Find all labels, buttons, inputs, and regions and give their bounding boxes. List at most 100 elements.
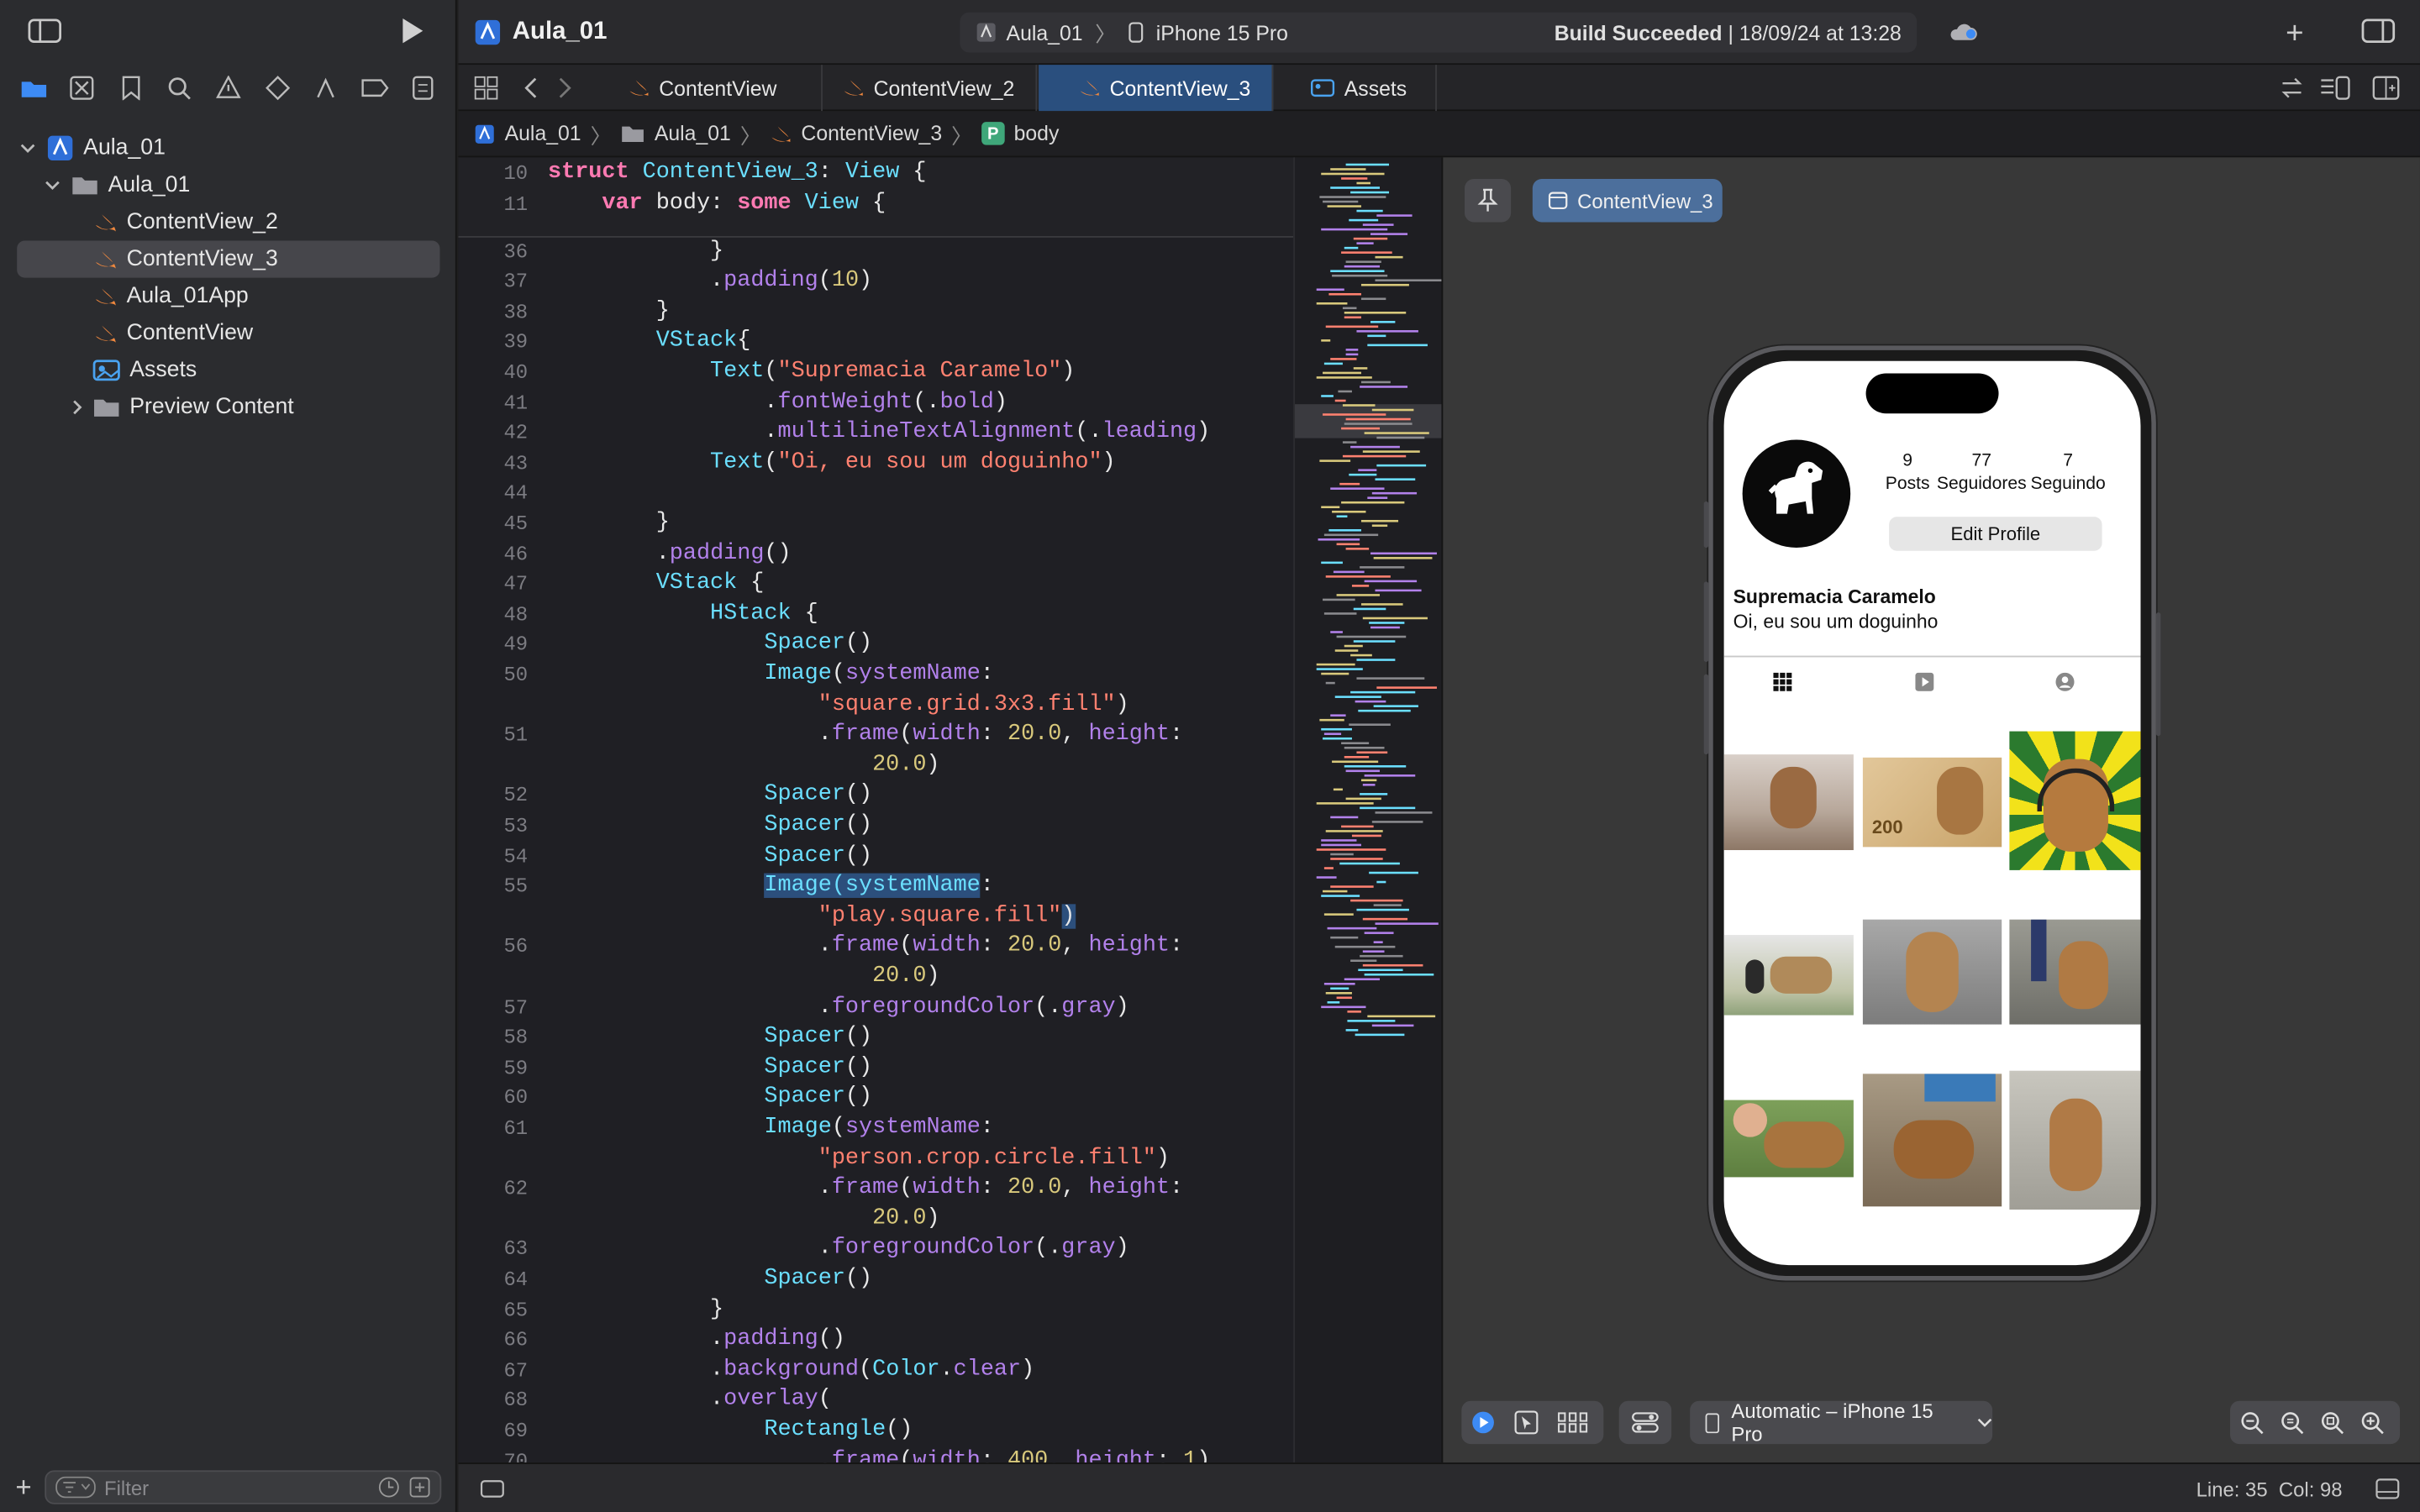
add-icon[interactable]: + [15,1471,31,1504]
code-line[interactable]: Spacer() [548,842,872,871]
code-line[interactable]: Image(systemName: [548,660,993,690]
pin-button[interactable] [1465,179,1512,223]
code-line[interactable]: .fontWeight(.bold) [548,388,1007,417]
chevron-down-icon[interactable] [43,176,61,194]
person-circle-icon[interactable] [2055,672,2075,691]
breadcrumb-item[interactable]: ContentView_3 [801,122,942,145]
toggle-sidebar-icon[interactable] [28,18,62,43]
code-line[interactable]: Spacer() [548,1265,872,1294]
code-line[interactable]: } [548,297,670,327]
code-line[interactable]: VStack { [548,570,765,599]
code-line[interactable]: .background(Color.clear) [548,1356,1034,1385]
back-icon[interactable] [523,76,539,100]
edit-profile-button[interactable]: Edit Profile [1889,517,2102,551]
debug-area-icon[interactable] [480,1479,504,1498]
tree-item-file[interactable]: ContentView [0,315,457,352]
refresh-icon[interactable] [2280,76,2304,100]
code-line[interactable]: .frame(width: 20.0, height: [548,1174,1183,1204]
device-selector[interactable]: Automatic – iPhone 15 Pro [1690,1399,1993,1446]
cloud-icon[interactable] [1948,20,1979,45]
code-line[interactable]: .frame(width: 20.0, height: [548,721,1183,750]
photo-thumbnail[interactable] [2009,731,2141,870]
code-line[interactable]: "play.square.fill") [548,902,1076,932]
zoom-fit-icon[interactable] [2320,1410,2344,1435]
code-line[interactable]: .overlay( [548,1386,832,1415]
tree-item-file[interactable]: Aula_01App [0,278,457,315]
photo-thumbnail[interactable]: 200 [1862,757,2002,848]
scheme-selector[interactable]: Aula_01 [1007,21,1083,45]
preview-pin-tab[interactable]: ContentView_3 [1532,179,1723,223]
panel-toggle-icon[interactable] [2375,1478,2400,1500]
code-line[interactable]: Spacer() [548,630,872,659]
photo-thumbnail[interactable] [1723,1100,1854,1178]
breadcrumb-item[interactable]: body [1014,122,1060,145]
code-line[interactable]: .padding(10) [548,267,872,297]
photo-thumbnail[interactable] [1723,935,1854,1016]
code-line[interactable]: HStack { [548,600,818,629]
code-line[interactable]: 20.0) [548,1205,939,1234]
chevron-right-icon[interactable] [68,398,87,417]
code-line[interactable]: .frame(width: 400, height: 1) [548,1446,1211,1462]
code-line[interactable]: .frame(width: 20.0, height: [548,932,1183,962]
editor-options-icon[interactable] [2320,76,2351,100]
zoom-out-icon[interactable] [2239,1410,2264,1435]
code-line[interactable]: "square.grid.3x3.fill") [548,690,1129,720]
code-line[interactable]: .padding() [548,1326,845,1355]
code-line[interactable]: VStack{ [548,328,751,357]
code-line[interactable]: Spacer() [548,781,872,811]
code-line[interactable]: } [548,1295,723,1325]
debug-icon[interactable] [302,68,350,108]
run-button[interactable] [398,17,426,45]
code-line[interactable]: .padding() [548,539,792,569]
code-line[interactable]: "person.crop.circle.fill") [548,1144,1170,1173]
code-line[interactable]: Rectangle() [548,1416,913,1446]
zoom-in-icon[interactable] [2360,1410,2384,1435]
code-line[interactable]: Spacer() [548,1084,872,1113]
code-line[interactable]: 20.0) [548,751,939,780]
code-line[interactable]: } [548,509,670,538]
tab-contentview-2[interactable]: ContentView_2 [824,65,1038,112]
photo-thumbnail[interactable] [1862,1074,2002,1207]
canvas-settings-button[interactable] [1618,1400,1672,1445]
toggle-inspector-icon[interactable] [2361,18,2396,43]
filter-options-icon[interactable] [55,1476,95,1499]
clock-icon[interactable] [378,1477,400,1499]
code-line[interactable]: Image(systemName: [548,872,994,901]
tree-item-group[interactable]: Aula_01 [0,166,457,203]
add-icon[interactable]: + [2286,17,2303,52]
run-destination[interactable]: iPhone 15 Pro [1156,21,1288,45]
zoom-actual-icon[interactable] [2280,1410,2304,1435]
tree-item-project[interactable]: Aula_01 [0,129,457,166]
chevron-down-icon[interactable] [18,139,37,157]
code-line[interactable]: Image(systemName: [548,1114,993,1143]
breadcrumb-item[interactable]: Aula_01 [655,122,731,145]
tree-item-file-selected[interactable]: ContentView_3 [17,240,440,278]
breadcrumb-item[interactable]: Aula_01 [505,122,581,145]
play-square-icon[interactable] [1915,672,1934,691]
photo-thumbnail[interactable] [2009,919,2141,1025]
breakpoint-icon[interactable] [350,68,399,108]
code-line[interactable]: 20.0) [548,963,939,992]
photo-thumbnail[interactable] [1862,919,2002,1025]
source-control-icon[interactable] [58,68,107,108]
live-preview-icon[interactable] [1470,1410,1495,1435]
tab-assets[interactable]: Assets [1292,65,1437,112]
tab-contentview-3[interactable]: ContentView_3 [1039,65,1274,112]
report-icon[interactable] [399,68,448,108]
code-line[interactable]: .multilineTextAlignment(.leading) [548,418,1210,448]
tree-item-file[interactable]: ContentView_2 [0,203,457,240]
project-navigator-icon[interactable] [9,68,58,108]
code-line[interactable]: Text("Supremacia Caramelo") [548,358,1075,387]
search-icon[interactable] [155,68,204,108]
test-diamond-icon[interactable] [253,68,302,108]
code-line[interactable]: .foregroundColor(.gray) [548,1235,1129,1264]
tree-item-assets[interactable]: Assets [0,352,457,389]
add-editor-icon[interactable] [2372,76,2400,100]
code-line[interactable]: Text("Oi, eu sou um doguinho") [548,449,1116,478]
code-line[interactable]: Spacer() [548,811,872,841]
grid-icon[interactable] [1773,672,1792,691]
code-line[interactable]: .foregroundColor(.gray) [548,993,1129,1022]
code-editor[interactable]: 0.9)).cornerRadius(8.0))36 }37 .padding(… [458,157,1294,1463]
code-line[interactable]: Spacer() [548,1023,872,1053]
warning-icon[interactable] [204,68,253,108]
